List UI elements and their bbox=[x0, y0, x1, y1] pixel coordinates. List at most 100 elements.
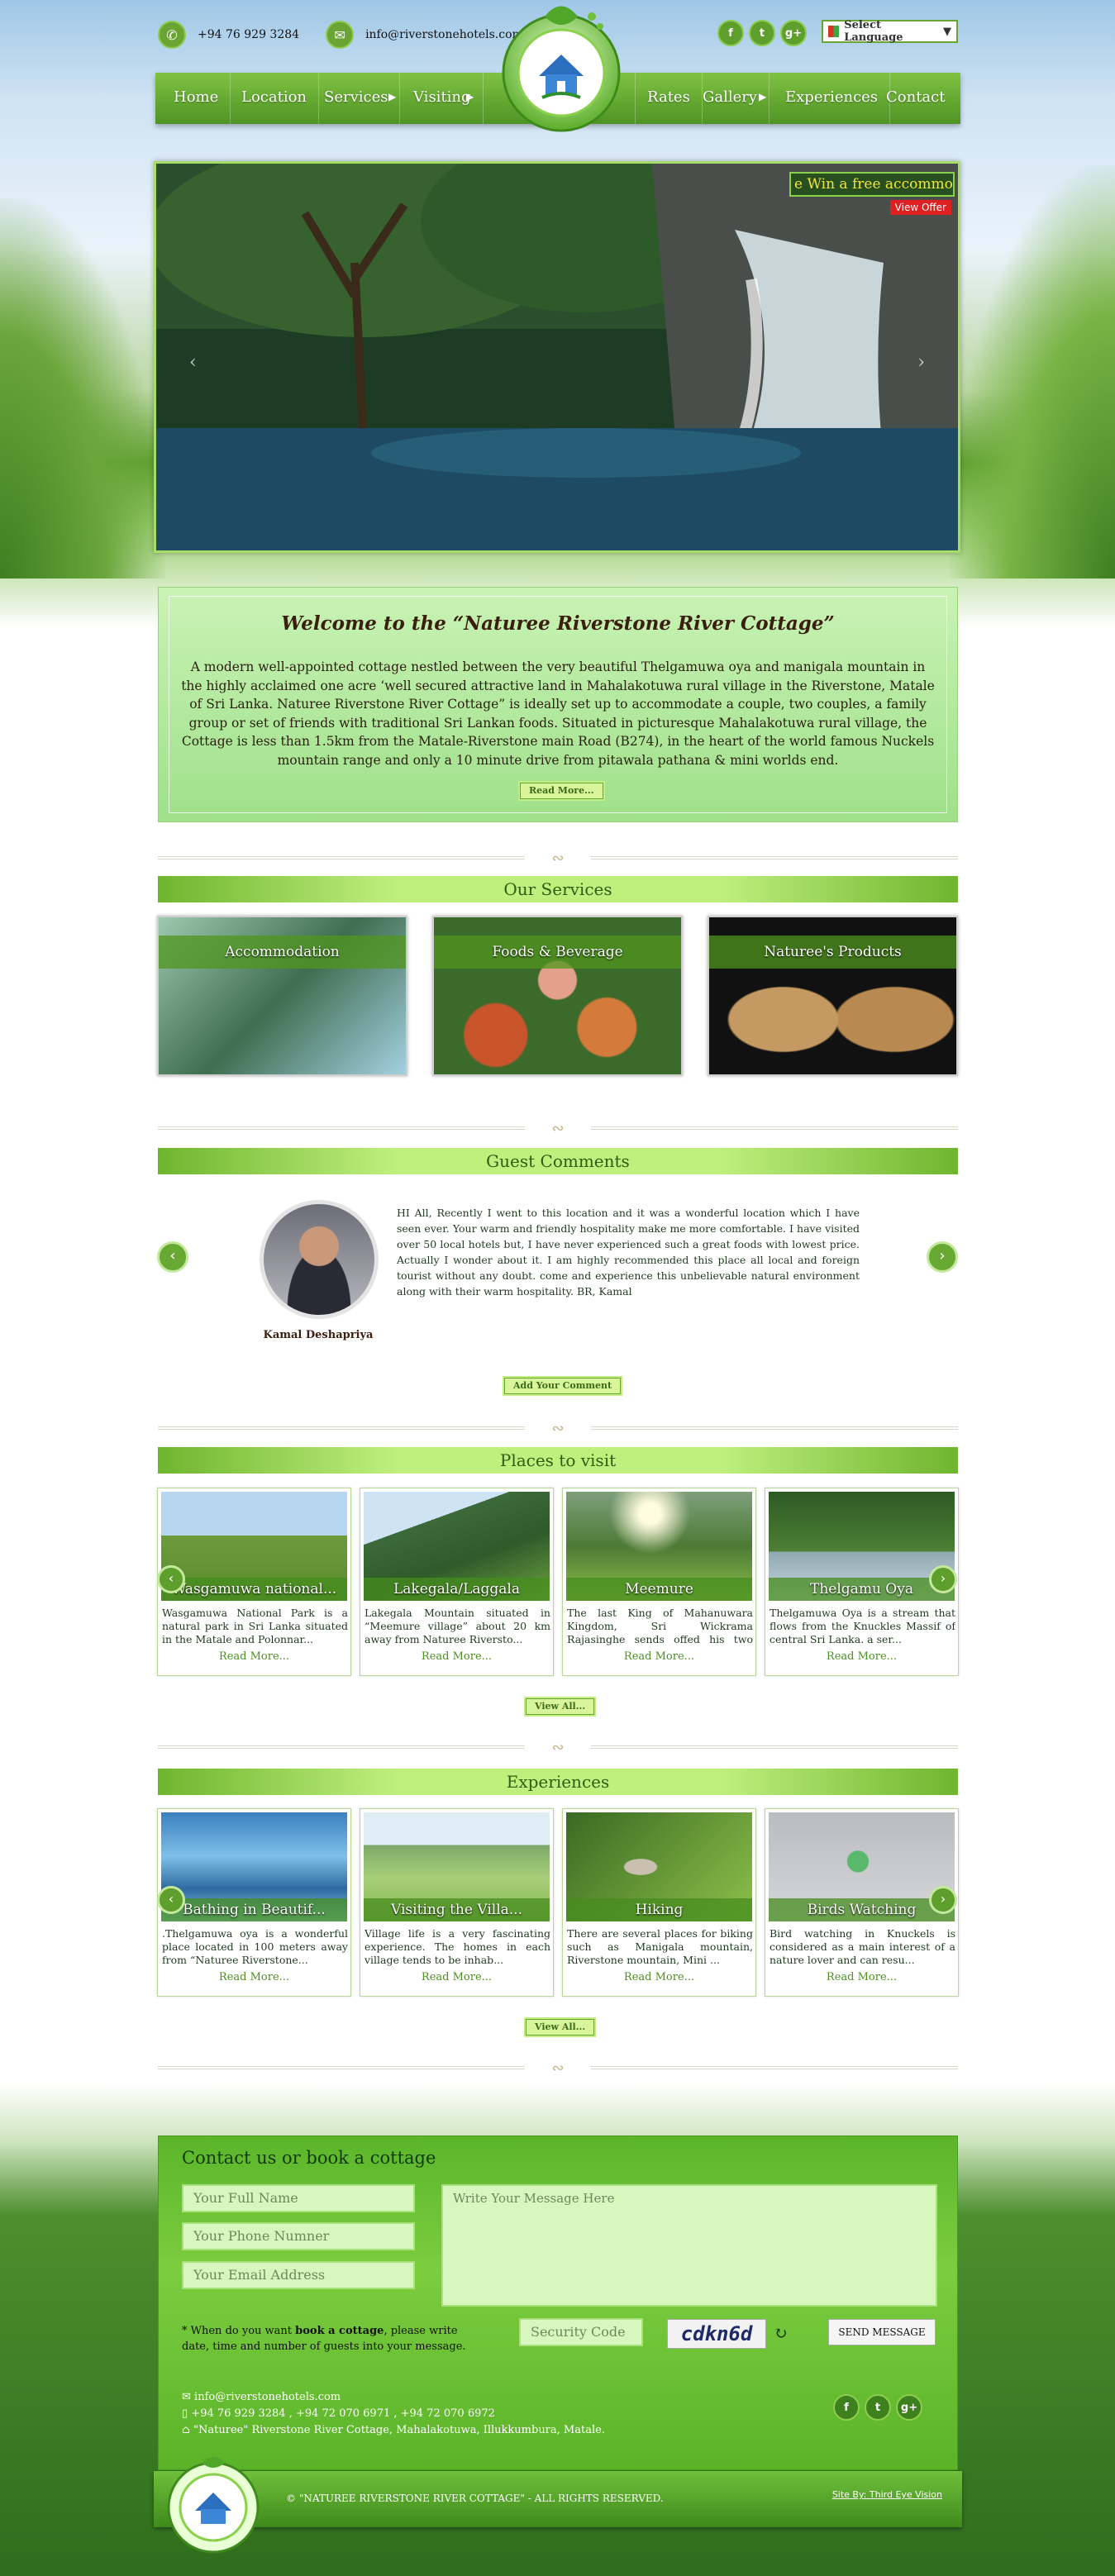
places-view-all-button[interactable]: View All... bbox=[526, 1698, 595, 1715]
note-prefix: * When do you want bbox=[182, 2325, 296, 2337]
places-prev-icon[interactable]: ‹ bbox=[157, 1565, 185, 1593]
comment-prev-icon[interactable]: ‹ bbox=[157, 1241, 188, 1273]
booking-note: * When do you want book a cottage, pleas… bbox=[182, 2323, 479, 2355]
place-label: Lakegala/Laggala bbox=[364, 1578, 550, 1601]
experiences-view-all-button[interactable]: View All... bbox=[526, 2019, 595, 2036]
contact-section: Contact us or book a cottage Your Full N… bbox=[158, 2136, 958, 2470]
place-text: Wasgamuwa National Park is a natural par… bbox=[162, 1607, 348, 1645]
footer-credit-link[interactable]: Site By: Third Eye Vision bbox=[832, 2489, 942, 2500]
experiences-next-icon[interactable]: › bbox=[929, 1886, 957, 1914]
offer-ticker[interactable]: e Win a free accommodati bbox=[789, 172, 955, 197]
google-plus-icon[interactable]: g+ bbox=[780, 20, 807, 46]
language-select[interactable]: Select Language ▼ bbox=[822, 19, 958, 44]
twitter-icon[interactable]: t bbox=[749, 20, 775, 46]
contact-title: Contact us or book a cottage bbox=[182, 2148, 436, 2168]
read-more-link[interactable]: Read More... bbox=[563, 1971, 755, 1983]
place-image: Meemure bbox=[566, 1492, 752, 1601]
footer-logo[interactable] bbox=[164, 2456, 263, 2555]
read-more-link[interactable]: Read More... bbox=[765, 1971, 958, 1983]
nav-services[interactable]: Services bbox=[312, 73, 401, 124]
place-text: Thelgamuwa Oya is a stream that flows fr… bbox=[770, 1607, 955, 1645]
places-title: Places to visit bbox=[158, 1447, 958, 1474]
read-more-link[interactable]: Read More... bbox=[765, 1650, 958, 1663]
places-next-icon[interactable]: › bbox=[929, 1565, 957, 1593]
services-title: Our Services bbox=[158, 876, 958, 902]
experience-text: Bird watching in Knuckels is considered … bbox=[770, 1927, 955, 1966]
send-message-button[interactable]: SEND MESSAGE bbox=[828, 2319, 936, 2345]
experience-card[interactable]: Bathing in Beautif... .Thelgamuwa oya is… bbox=[157, 1808, 351, 1997]
nav-contact[interactable]: Contact bbox=[874, 73, 956, 124]
read-more-link[interactable]: Read More... bbox=[360, 1971, 553, 1983]
slider-next-icon[interactable]: › bbox=[917, 352, 925, 373]
experience-image: Birds Watching bbox=[769, 1812, 955, 1921]
nav-location[interactable]: Location bbox=[230, 73, 320, 124]
experience-label: Visiting the Villa... bbox=[364, 1898, 550, 1921]
facebook-icon[interactable]: f bbox=[717, 20, 744, 46]
read-more-link[interactable]: Read More... bbox=[360, 1650, 553, 1663]
place-card[interactable]: Meemure The last King of Mahanuwara King… bbox=[562, 1488, 756, 1676]
place-card[interactable]: Lakegala/Laggala Lakegala Mountain situa… bbox=[360, 1488, 554, 1676]
experience-card[interactable]: Hiking There are several places for biki… bbox=[562, 1808, 756, 1997]
comment-text: HI All, Recently I went to this location… bbox=[397, 1207, 860, 1298]
full-name-field[interactable]: Your Full Name bbox=[182, 2184, 415, 2212]
info-email[interactable]: info@riverstonehotels.com bbox=[194, 2391, 341, 2403]
experience-label: Hiking bbox=[566, 1898, 752, 1921]
welcome-read-more-button[interactable]: Read More... bbox=[520, 783, 603, 799]
experience-image: Visiting the Villa... bbox=[364, 1812, 550, 1921]
experience-text: .Thelgamuwa oya is a wonderful place loc… bbox=[162, 1927, 348, 1966]
avatar bbox=[260, 1200, 379, 1319]
section-divider: ∾ bbox=[158, 1120, 958, 1137]
service-card-products[interactable]: Naturee's Products bbox=[708, 916, 958, 1076]
section-divider: ∾ bbox=[158, 2059, 958, 2077]
info-address: "Naturee" Riverstone River Cottage, Maha… bbox=[193, 2424, 605, 2436]
nav-gallery[interactable]: Gallery bbox=[691, 73, 770, 124]
experiences-title: Experiences bbox=[158, 1769, 958, 1795]
facebook-icon[interactable]: f bbox=[833, 2394, 860, 2421]
contact-social: f t g+ bbox=[833, 2394, 922, 2421]
nav-home[interactable]: Home bbox=[162, 73, 231, 124]
security-code-field[interactable]: Security Code bbox=[519, 2318, 643, 2346]
place-label: Meemure bbox=[566, 1578, 752, 1601]
caret-right-icon: ▶ bbox=[388, 91, 397, 102]
read-more-link[interactable]: Read More... bbox=[158, 1971, 350, 1983]
service-card-accommodation[interactable]: Accommodation bbox=[157, 916, 407, 1076]
service-label: Accommodation bbox=[159, 936, 406, 969]
section-divider: ∾ bbox=[158, 1420, 958, 1437]
experiences-prev-icon[interactable]: ‹ bbox=[157, 1886, 185, 1914]
email-field[interactable]: Your Email Address bbox=[182, 2261, 415, 2289]
mail-icon: ✉ bbox=[182, 2391, 195, 2403]
service-label: Naturee's Products bbox=[709, 936, 956, 969]
captcha-image: cdkn6d bbox=[667, 2319, 766, 2349]
experience-card[interactable]: Visiting the Villa... Village life is a … bbox=[360, 1808, 554, 1997]
add-comment-button[interactable]: Add Your Comment bbox=[504, 1378, 622, 1394]
read-more-link[interactable]: Read More... bbox=[158, 1650, 350, 1663]
language-label: Select Language bbox=[844, 19, 903, 44]
experience-label: Birds Watching bbox=[769, 1898, 955, 1921]
view-offer-button[interactable]: View Offer bbox=[889, 200, 951, 215]
twitter-icon[interactable]: t bbox=[865, 2394, 891, 2421]
message-field[interactable]: Write Your Message Here bbox=[441, 2184, 937, 2307]
site-logo[interactable] bbox=[499, 0, 623, 140]
caret-right-icon: ▶ bbox=[466, 91, 474, 102]
nav-experiences[interactable]: Experiences bbox=[774, 73, 891, 124]
hero-slider[interactable]: e Win a free accommodati View Offer ‹ › bbox=[154, 161, 960, 553]
experience-text: There are several places for biking such… bbox=[567, 1927, 753, 1966]
experience-label: Bathing in Beautif... bbox=[161, 1898, 347, 1921]
place-image: Wasgamuwa national... bbox=[161, 1492, 347, 1601]
slider-prev-icon[interactable]: ‹ bbox=[189, 352, 197, 373]
section-divider: ∾ bbox=[158, 850, 958, 867]
service-label: Foods & Beverage bbox=[434, 936, 681, 969]
comment-author: Kamal Deshapriya bbox=[263, 1329, 374, 1341]
read-more-link[interactable]: Read More... bbox=[563, 1650, 755, 1663]
google-plus-icon[interactable]: g+ bbox=[896, 2394, 922, 2421]
header-contact: ✆ +94 76 929 3284 ✉ info@riverstonehotel… bbox=[158, 20, 523, 50]
service-card-foods[interactable]: Foods & Beverage bbox=[432, 916, 683, 1076]
home-icon: ⌂ bbox=[182, 2424, 194, 2436]
phone-field[interactable]: Your Phone Numner bbox=[182, 2222, 415, 2250]
footer-bar: © "NATUREE RIVERSTONE RIVER COTTAGE" - A… bbox=[154, 2471, 962, 2527]
refresh-icon[interactable]: ↻ bbox=[774, 2323, 788, 2343]
comment-next-icon[interactable]: › bbox=[927, 1241, 958, 1273]
place-card[interactable]: Wasgamuwa national... Wasgamuwa National… bbox=[157, 1488, 351, 1676]
experience-image: Hiking bbox=[566, 1812, 752, 1921]
chevron-down-icon: ▼ bbox=[943, 25, 951, 38]
